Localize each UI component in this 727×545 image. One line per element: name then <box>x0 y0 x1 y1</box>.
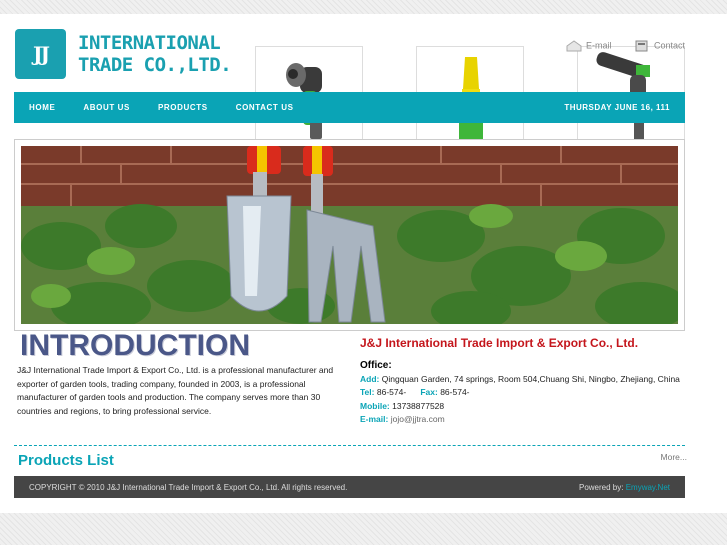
products-list-title: Products List <box>18 452 114 469</box>
address-value: Qingquan Garden, 74 springs, Room 504,Ch… <box>381 373 680 384</box>
office-mobile: Mobile: 13738877528 <box>360 400 680 414</box>
office-email: E-mail: jojo@jjtra.com <box>360 413 680 427</box>
footer: COPYRIGHT © 2010 J&J International Trade… <box>14 476 685 498</box>
powered-label: Powered by: <box>578 483 624 492</box>
email-value[interactable]: jojo@jjtra.com <box>391 414 445 424</box>
logo-line-2: TRADE CO.,LTD. <box>78 54 232 76</box>
page: JJ INTERNATIONAL TRADE CO.,LTD. E-mail C… <box>0 14 727 513</box>
office-phone: Tel: 86-574- Fax: 86-574- <box>360 386 680 400</box>
email-label: E-mail <box>586 40 612 51</box>
mobile-value: 13738877528 <box>392 400 445 411</box>
contact-label: Contact <box>654 40 686 51</box>
nav-contact-us[interactable]: CONTACT US <box>236 103 294 112</box>
current-date: THURSDAY JUNE 16, 111 <box>564 103 670 112</box>
logo-text[interactable]: INTERNATIONAL TRADE CO.,LTD. <box>78 32 238 76</box>
office-address: Add: Qingquan Garden, 74 springs, Room 5… <box>360 373 680 387</box>
fax-label: Fax: <box>420 387 438 397</box>
email-icon <box>566 40 582 52</box>
contact-link[interactable]: Contact <box>634 40 685 52</box>
more-link[interactable]: More... <box>661 452 687 462</box>
powered-link[interactable]: Emyway.Net <box>626 483 670 492</box>
mobile-label: Mobile: <box>360 400 390 411</box>
company-name: J&J International Trade Import & Export … <box>360 336 639 350</box>
copyright-text: COPYRIGHT © 2010 J&J International Trade… <box>29 483 348 492</box>
logo-mark[interactable]: JJ <box>15 29 66 79</box>
powered-by: Powered by: Emyway.Net <box>579 483 670 492</box>
email-label: E-mail: <box>360 414 389 424</box>
intro-text: J&J International Trade Import & Export … <box>17 365 334 416</box>
garden-tools-photo <box>21 146 678 324</box>
hero-banner <box>14 139 685 331</box>
office-info: Office: Add: Qingquan Garden, 74 springs… <box>360 359 680 427</box>
tel-label: Tel: <box>360 387 375 397</box>
tel-value: 86-574- <box>376 387 407 397</box>
intro-title: INTRODUCTION <box>20 329 250 362</box>
logo-line-1: INTERNATIONAL <box>78 32 221 54</box>
contact-icon <box>635 40 648 52</box>
office-heading: Office: <box>360 360 392 371</box>
nav-products[interactable]: PRODUCTS <box>158 103 208 112</box>
address-label: Add: <box>360 373 380 384</box>
fax-value: 86-574- <box>440 387 470 397</box>
nav-about-us[interactable]: ABOUT US <box>83 103 130 112</box>
main-nav: HOME ABOUT US PRODUCTS CONTACT US THURSD… <box>14 92 685 123</box>
section-divider <box>14 445 685 446</box>
email-link[interactable]: E-mail <box>566 40 612 52</box>
nav-home[interactable]: HOME <box>29 103 55 112</box>
